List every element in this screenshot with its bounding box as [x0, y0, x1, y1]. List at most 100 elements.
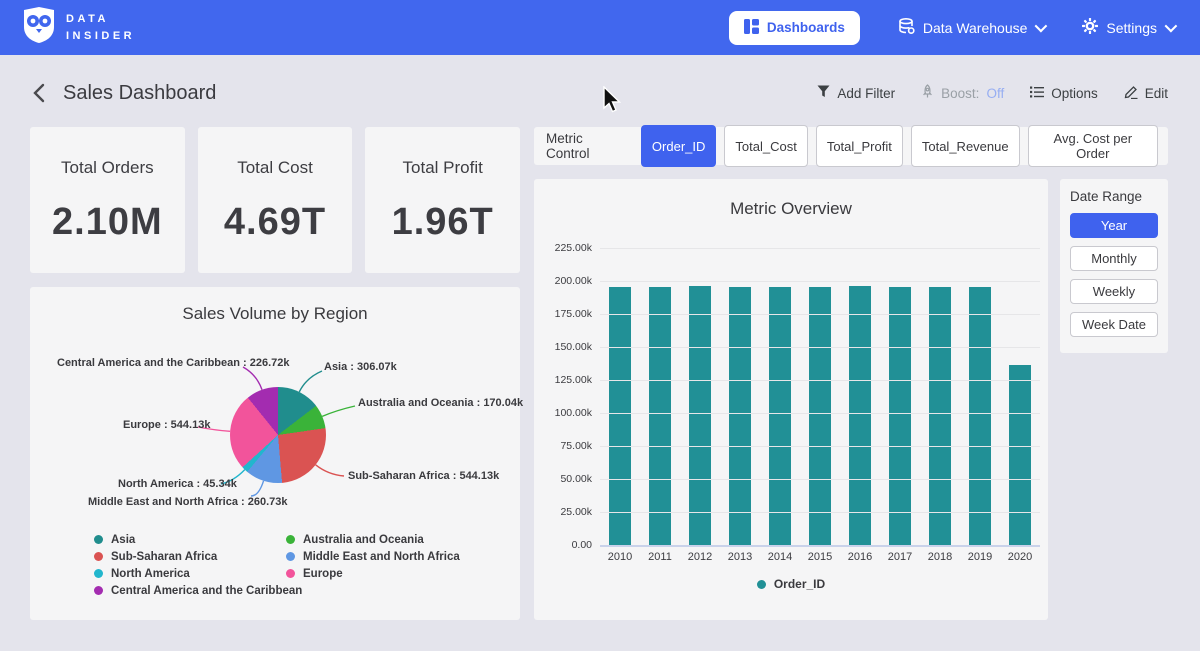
bar-chart-gridline [600, 380, 1040, 381]
y-tick-label: 200.00k [555, 275, 592, 287]
metric-option-total-profit[interactable]: Total_Profit [816, 125, 903, 167]
bar-slot-2018 [920, 248, 960, 545]
top-nav: DATA INSIDER Dashboards Data Warehouse [0, 0, 1200, 55]
date-range-monthly[interactable]: Monthly [1070, 246, 1158, 271]
bar-slot-2011 [640, 248, 680, 545]
kpi-total-cost: Total Cost 4.69T [198, 127, 353, 273]
pie-leader-line-middle-east-and-north-africa [251, 481, 264, 496]
brand-line2: INSIDER [66, 28, 135, 45]
legend-dot [286, 535, 295, 544]
add-filter-button[interactable]: Add Filter [817, 85, 895, 101]
bar-2019[interactable] [969, 287, 991, 545]
bar-chart-gridline [600, 545, 1040, 547]
legend-dot [286, 569, 295, 578]
y-tick-label: 0.00 [572, 539, 592, 551]
nav-menu: Dashboards Data Warehouse [729, 11, 1174, 45]
metric-control-label: Metric Control [544, 131, 629, 161]
boost-label: Boost: [941, 86, 979, 101]
bar-chart-card: Metric Overview 225.00k200.00k175.00k150… [534, 179, 1048, 620]
bar-2015[interactable] [809, 287, 831, 545]
bar-2017[interactable] [889, 287, 911, 545]
data-warehouse-menu[interactable]: Data Warehouse [898, 18, 1045, 38]
metric-option-order-id[interactable]: Order_ID [641, 125, 716, 167]
x-tick-label-2011: 2011 [640, 551, 680, 563]
date-range-year[interactable]: Year [1070, 213, 1158, 238]
bar-chart-gridline [600, 413, 1040, 414]
edit-button[interactable]: Edit [1124, 85, 1168, 102]
bar-slot-2017 [880, 248, 920, 545]
settings-menu[interactable]: Settings [1082, 18, 1174, 37]
y-tick-label: 75.00k [560, 440, 592, 452]
date-range-label: Date Range [1070, 189, 1158, 204]
options-button[interactable]: Options [1030, 86, 1098, 101]
dashboards-label: Dashboards [767, 20, 845, 35]
pencil-icon [1124, 85, 1138, 102]
pie-legend-right: Australia and OceaniaMiddle East and Nor… [286, 531, 460, 582]
bar-2011[interactable] [649, 287, 671, 545]
pie-label-central-america-and-the-caribbean: Central America and the Caribbean : 226.… [57, 357, 290, 369]
bar-slot-2019 [960, 248, 1000, 545]
kpi-value: 2.10M [52, 201, 163, 244]
x-tick-label-2010: 2010 [600, 551, 640, 563]
legend-label: Australia and Oceania [303, 534, 424, 546]
legend-label: North America [111, 568, 190, 580]
edit-label: Edit [1145, 86, 1168, 101]
bar-2018[interactable] [929, 287, 951, 545]
y-tick-label: 50.00k [560, 473, 592, 485]
bar-2016[interactable] [849, 286, 871, 546]
bar-2010[interactable] [609, 287, 631, 545]
pie-legend-item-australia-and-oceania: Australia and Oceania [286, 531, 460, 548]
bar-chart-bars [600, 248, 1040, 545]
x-tick-label-2014: 2014 [760, 551, 800, 563]
kpi-row: Total Orders 2.10M Total Cost 4.69T Tota… [30, 127, 520, 273]
bar-chart-x-axis: 2010201120122013201420152016201720182019… [600, 551, 1040, 563]
brand: DATA INSIDER [22, 7, 135, 48]
bar-2013[interactable] [729, 287, 751, 545]
add-filter-label: Add Filter [837, 86, 895, 101]
bar-slot-2013 [720, 248, 760, 545]
bar-2012[interactable] [689, 286, 711, 545]
pie-leader-line-australia-and-oceania [322, 406, 355, 416]
y-tick-label: 25.00k [560, 506, 592, 518]
bar-slot-2016 [840, 248, 880, 545]
legend-label: Order_ID [774, 577, 825, 591]
legend-label: Asia [111, 534, 135, 546]
metric-option-avg-cost-per-order[interactable]: Avg. Cost per Order [1028, 125, 1158, 167]
kpi-label: Total Cost [237, 158, 313, 178]
kpi-value: 4.69T [224, 201, 326, 244]
pie-label-europe: Europe : 544.13k [123, 419, 210, 431]
pie-label-middle-east-and-north-africa: Middle East and North Africa : 260.73k [88, 496, 287, 508]
bar-chart-y-axis: 225.00k200.00k175.00k150.00k125.00k100.0… [534, 248, 592, 545]
legend-label: Central America and the Caribbean [111, 585, 302, 597]
bar-slot-2015 [800, 248, 840, 545]
pie-circle[interactable] [230, 387, 326, 483]
pie-label-sub-saharan-africa: Sub-Saharan Africa : 544.13k [348, 470, 499, 482]
kpi-total-profit: Total Profit 1.96T [365, 127, 520, 273]
bar-2020[interactable] [1009, 365, 1031, 545]
kpi-label: Total Orders [61, 158, 154, 178]
dashboard-toolbar: Add Filter Boost: Off [817, 84, 1168, 102]
pie-label-australia-and-oceania: Australia and Oceania : 170.04k [358, 397, 523, 409]
bar-chart-title: Metric Overview [534, 179, 1048, 219]
metric-option-total-cost[interactable]: Total_Cost [724, 125, 807, 167]
legend-dot [94, 586, 103, 595]
y-tick-label: 150.00k [555, 341, 592, 353]
back-button[interactable] [32, 83, 45, 103]
bar-slot-2010 [600, 248, 640, 545]
pie-legend-item-central-america-and-the-caribbean: Central America and the Caribbean [94, 582, 302, 599]
bar-slot-2012 [680, 248, 720, 545]
bar-2014[interactable] [769, 287, 791, 545]
filter-funnel-icon [817, 85, 830, 101]
boost-rocket-icon [921, 84, 934, 102]
legend-dot [94, 569, 103, 578]
metric-option-total-revenue[interactable]: Total_Revenue [911, 125, 1020, 167]
pie-chart-card: Sales Volume by Region Asia : 306.07kAus… [30, 287, 520, 620]
dashboards-button[interactable]: Dashboards [729, 11, 860, 45]
boost-toggle[interactable]: Boost: Off [921, 84, 1004, 102]
date-range-weekly[interactable]: Weekly [1070, 279, 1158, 304]
metric-control-buttons: Order_IDTotal_CostTotal_ProfitTotal_Reve… [641, 125, 1158, 167]
x-tick-label-2020: 2020 [1000, 551, 1040, 563]
brand-text: DATA INSIDER [66, 11, 135, 44]
chevron-down-icon [1035, 20, 1048, 33]
date-range-week-date[interactable]: Week Date [1070, 312, 1158, 337]
